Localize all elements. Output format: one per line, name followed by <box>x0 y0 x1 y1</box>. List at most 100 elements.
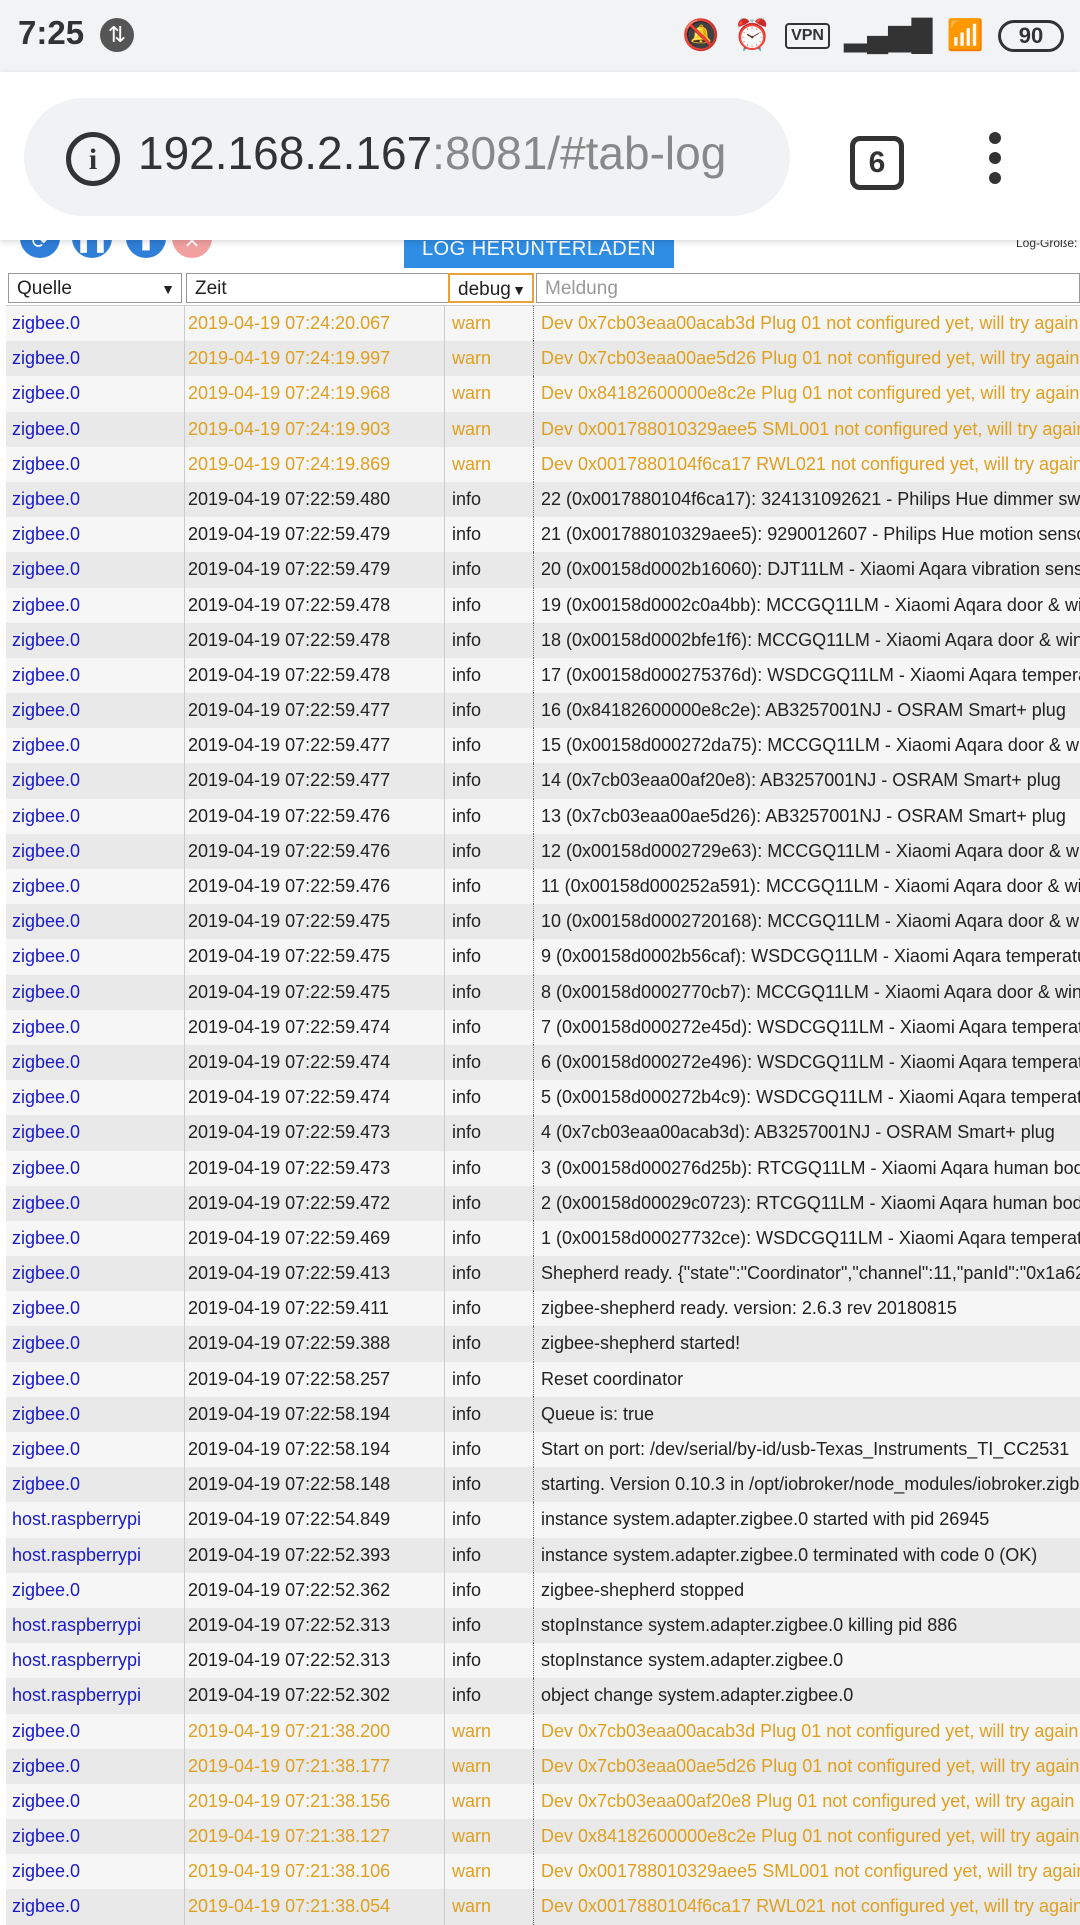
overflow-menu-icon[interactable] <box>980 132 1010 192</box>
log-source[interactable]: zigbee.0 <box>12 1151 180 1186</box>
log-message: Dev 0x7cb03eaa00ae5d26 Plug 01 not confi… <box>541 1755 1080 1776</box>
log-source[interactable]: zigbee.0 <box>12 1889 180 1924</box>
log-source[interactable]: zigbee.0 <box>12 693 180 728</box>
log-source[interactable]: host.raspberrypi <box>12 1643 180 1678</box>
log-source[interactable]: zigbee.0 <box>12 1256 180 1291</box>
log-source[interactable]: zigbee.0 <box>12 447 180 482</box>
log-severity: info <box>452 1087 482 1108</box>
column-divider <box>533 693 535 729</box>
column-divider <box>184 763 185 799</box>
log-severity: info <box>452 1509 482 1530</box>
log-message: Dev 0x7cb03eaa00ae5d26 Plug 01 not confi… <box>541 348 1080 369</box>
log-severity: info <box>452 1192 482 1213</box>
column-divider <box>533 1607 535 1644</box>
column-divider <box>444 1361 445 1397</box>
log-source[interactable]: zigbee.0 <box>12 1291 180 1326</box>
log-source[interactable]: host.raspberrypi <box>12 1678 180 1713</box>
log-source[interactable]: zigbee.0 <box>12 588 180 623</box>
log-source[interactable]: zigbee.0 <box>12 799 180 834</box>
column-divider <box>444 657 445 694</box>
log-source[interactable]: zigbee.0 <box>12 1467 180 1502</box>
log-message: instance system.adapter.zigbee.0 started… <box>541 1509 990 1530</box>
log-time: 2019-04-19 07:21:38.200 <box>188 1720 391 1741</box>
download-log-button[interactable]: LOG HERUNTERLADEN <box>404 236 674 268</box>
log-row: host.raspberrypi 2019-04-19 07:22:52.313 i… <box>6 1607 1080 1644</box>
log-severity: info <box>452 981 482 1002</box>
log-time: 2019-04-19 07:22:59.413 <box>188 1263 391 1284</box>
column-divider <box>444 481 445 518</box>
log-source[interactable]: zigbee.0 <box>12 1221 180 1256</box>
log-source[interactable]: host.raspberrypi <box>12 1608 180 1643</box>
log-row: zigbee.0 2019-04-19 07:22:59.469 info 1 (0x… <box>6 1220 1080 1257</box>
log-source[interactable]: zigbee.0 <box>12 1010 180 1045</box>
column-divider <box>533 1783 535 1820</box>
log-message: 4 (0x7cb03eaa00acab3d): AB3257001NJ - OS… <box>541 1122 1055 1143</box>
log-source[interactable]: zigbee.0 <box>12 1714 180 1749</box>
log-row: zigbee.0 2019-04-19 07:22:59.474 info 5 (0x… <box>6 1080 1080 1116</box>
log-source[interactable]: zigbee.0 <box>12 1819 180 1854</box>
log-source[interactable]: zigbee.0 <box>12 1362 180 1397</box>
log-source[interactable]: zigbee.0 <box>12 1080 180 1115</box>
log-source[interactable]: zigbee.0 <box>12 904 180 939</box>
log-source[interactable]: zigbee.0 <box>12 376 180 411</box>
tab-switcher-button[interactable]: 6 <box>850 136 904 190</box>
log-source[interactable]: zigbee.0 <box>12 482 180 517</box>
column-divider <box>533 1185 535 1221</box>
column-divider <box>444 411 445 447</box>
severity-filter-select[interactable]: debug ▼ <box>448 273 534 303</box>
log-source[interactable]: zigbee.0 <box>12 552 180 587</box>
alarm-icon: ⏰ <box>733 19 772 52</box>
source-filter-select[interactable]: Quelle ▼ <box>8 273 182 303</box>
info-icon[interactable]: i <box>66 132 120 186</box>
url-text[interactable]: 192.168.2.167:8081/#tab-log <box>138 126 726 180</box>
log-message: 8 (0x00158d0002770cb7): MCCGQ11LM - Xiao… <box>541 981 1080 1002</box>
column-divider <box>184 869 185 905</box>
log-source[interactable]: zigbee.0 <box>12 412 180 447</box>
log-severity: info <box>452 1474 482 1495</box>
log-row: zigbee.0 2019-04-19 07:21:38.156 warn Dev 0… <box>6 1783 1080 1820</box>
log-severity: info <box>452 1614 482 1635</box>
log-source[interactable]: zigbee.0 <box>12 939 180 974</box>
log-message: 11 (0x00158d000252a591): MCCGQ11LM - Xia… <box>541 876 1080 896</box>
log-source[interactable]: zigbee.0 <box>12 728 180 763</box>
log-source[interactable]: host.raspberrypi <box>12 1538 180 1573</box>
column-divider <box>184 1713 185 1749</box>
log-severity: warn <box>452 418 492 439</box>
log-source[interactable]: host.raspberrypi <box>12 1502 180 1537</box>
column-divider <box>533 411 535 447</box>
column-divider <box>533 341 535 377</box>
log-source[interactable]: zigbee.0 <box>12 1397 180 1432</box>
log-message: 20 (0x00158d0002b16060): DJT11LM - Xiaom… <box>541 559 1080 580</box>
column-divider <box>444 1115 445 1151</box>
log-source[interactable]: zigbee.0 <box>12 1186 180 1221</box>
column-divider <box>533 798 535 834</box>
log-source[interactable]: zigbee.0 <box>12 1749 180 1784</box>
column-divider <box>533 869 535 905</box>
log-source[interactable]: zigbee.0 <box>12 1784 180 1819</box>
log-message: Dev 0x7cb03eaa00acab3d Plug 01 not confi… <box>541 313 1080 333</box>
log-source[interactable]: zigbee.0 <box>12 341 180 376</box>
log-source[interactable]: zigbee.0 <box>12 306 180 341</box>
log-source[interactable]: zigbee.0 <box>12 1326 180 1361</box>
log-time: 2019-04-19 07:22:59.469 <box>188 1227 391 1248</box>
log-source[interactable]: zigbee.0 <box>12 517 180 552</box>
log-source[interactable]: zigbee.0 <box>12 623 180 658</box>
url-bar[interactable]: i 192.168.2.167:8081/#tab-log <box>24 98 790 216</box>
log-source[interactable]: zigbee.0 <box>12 1115 180 1150</box>
log-time: 2019-04-19 07:21:38.127 <box>188 1826 391 1847</box>
column-divider <box>184 833 185 869</box>
log-source[interactable]: zigbee.0 <box>12 763 180 798</box>
column-divider <box>444 376 445 412</box>
log-source[interactable]: zigbee.0 <box>12 1573 180 1608</box>
log-source[interactable]: zigbee.0 <box>12 1854 180 1889</box>
log-source[interactable]: zigbee.0 <box>12 834 180 869</box>
log-message: zigbee-shepherd stopped <box>541 1579 745 1600</box>
message-filter-input[interactable]: Meldung <box>536 273 1080 303</box>
log-source[interactable]: zigbee.0 <box>12 658 180 693</box>
log-source[interactable]: zigbee.0 <box>12 975 180 1010</box>
log-source[interactable]: zigbee.0 <box>12 1045 180 1080</box>
log-source[interactable]: zigbee.0 <box>12 1432 180 1467</box>
column-divider <box>444 939 445 975</box>
time-filter[interactable]: Zeit <box>186 273 450 303</box>
log-source[interactable]: zigbee.0 <box>12 869 180 904</box>
